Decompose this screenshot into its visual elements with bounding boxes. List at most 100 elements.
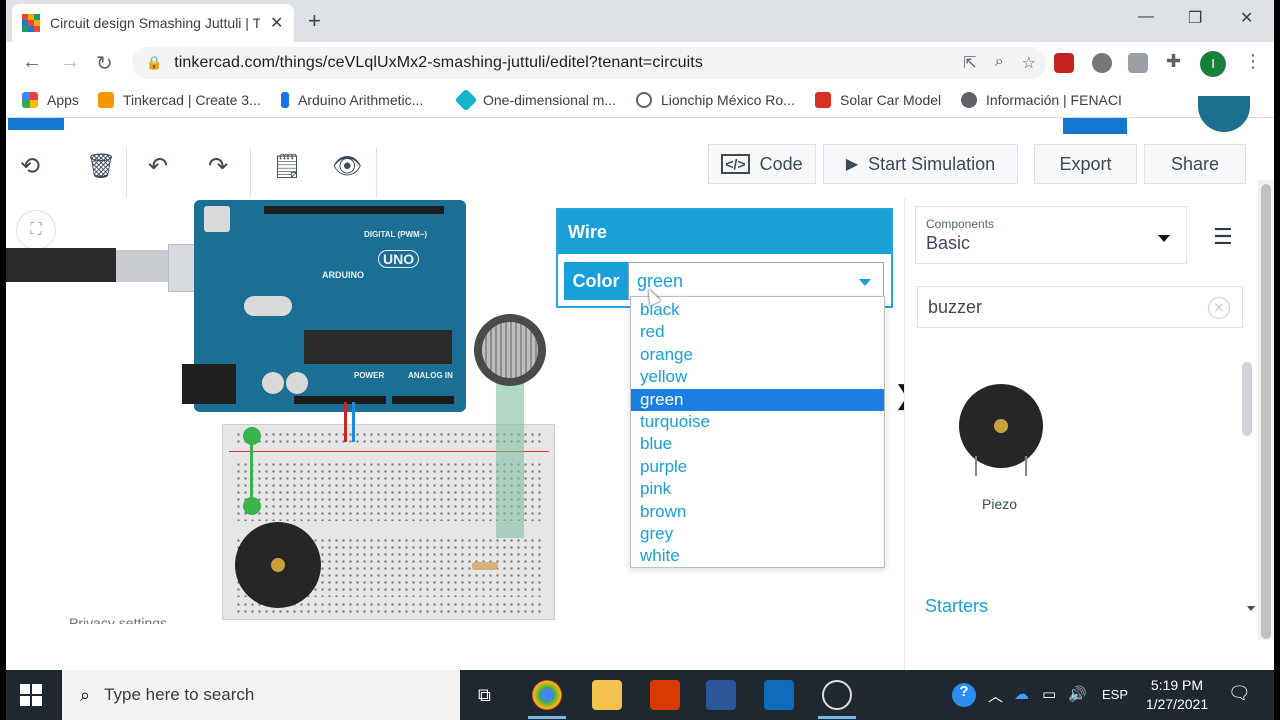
open-external-icon[interactable]: ⇱ (963, 53, 976, 73)
top-nav-tab[interactable] (1063, 118, 1127, 134)
chrome-taskbar-icon[interactable] (532, 680, 562, 710)
color-option-purple[interactable]: purple (631, 456, 884, 478)
color-row: Color green (564, 262, 884, 300)
chevron-up-icon[interactable]: ︿ (988, 685, 1003, 706)
color-option-turquoise[interactable]: turquoise (631, 411, 884, 433)
tinkercad-logo[interactable] (8, 118, 64, 130)
bookmark-apps[interactable]: Apps (22, 92, 79, 108)
start-simulation-button[interactable]: ▶ Start Simulation (823, 144, 1018, 184)
wire-inspector-title: Wire (558, 210, 891, 254)
color-option-blue[interactable]: blue (631, 433, 884, 455)
bookmark-solar-car[interactable]: Solar Car Model (815, 92, 941, 108)
active-app-indicator (818, 716, 856, 719)
taskbar-search[interactable]: ⌕ Type here to search (62, 670, 460, 720)
components-category-dropdown[interactable]: Components Basic (915, 206, 1187, 264)
new-tab-icon[interactable]: + (308, 8, 321, 34)
bookmark-star-icon[interactable]: ☆ (1022, 53, 1036, 73)
color-option-red[interactable]: red (631, 321, 884, 343)
chevron-down-icon[interactable] (1247, 606, 1255, 611)
battery-icon[interactable]: ▭ (1042, 685, 1056, 703)
list-view-icon[interactable]: ☰ (1213, 224, 1233, 250)
toolbar-divider (250, 148, 251, 198)
starters-section-header[interactable]: Starters (925, 596, 988, 617)
wire-endpoint[interactable] (243, 427, 261, 445)
pdf-extension-icon[interactable] (1054, 53, 1074, 73)
volume-icon[interactable]: 🔊 (1068, 685, 1087, 703)
fit-view-icon[interactable]: ⛶ (16, 210, 56, 250)
browser-tab[interactable]: Circuit design Smashing Juttuli | T ✕ (12, 4, 294, 42)
tab-close-icon[interactable]: ✕ (270, 13, 283, 33)
usb-cable[interactable] (6, 248, 116, 282)
circuit-toolbar: ⟲ 🗑 ↶ ↷ 🗒 👁 </> Code ▶ Start Simulation … (6, 134, 1256, 198)
help-icon[interactable]: ? (952, 683, 976, 707)
export-button[interactable]: Export (1034, 144, 1137, 184)
close-window-icon[interactable]: ✕ (1240, 8, 1253, 28)
language-indicator[interactable]: ESP (1102, 687, 1128, 702)
red-wire[interactable] (344, 402, 347, 442)
clear-search-icon[interactable]: ✕ (1208, 297, 1230, 319)
bookmark-one-dimensional[interactable]: One-dimensional m... (454, 88, 616, 112)
user-avatar[interactable] (1198, 96, 1250, 132)
notes-icon[interactable]: 🗒 (272, 152, 302, 181)
components-scrollbar[interactable] (1242, 362, 1252, 436)
extensions-icon[interactable]: ✚ (1166, 51, 1181, 72)
tinkercad-favicon-icon (22, 14, 40, 32)
address-bar[interactable]: 🔒 tinkercad.com/things/ceVLqlUxMx2-smash… (132, 47, 1046, 79)
search-icon: ⌕ (80, 684, 91, 705)
reset-button[interactable] (204, 206, 230, 232)
extension-puzzle-box-icon[interactable] (1128, 53, 1148, 73)
profile-avatar[interactable]: I (1200, 51, 1226, 77)
maximize-icon[interactable]: ❐ (1188, 8, 1202, 28)
component-search-input[interactable]: buzzer ✕ (917, 286, 1243, 328)
color-option-black[interactable]: black (631, 299, 884, 321)
reload-icon[interactable]: ↻ (96, 51, 113, 76)
piezo-buzzer-component[interactable] (235, 522, 321, 608)
color-option-orange[interactable]: orange (631, 344, 884, 366)
word-icon[interactable] (706, 680, 736, 710)
share-button[interactable]: Share (1144, 144, 1246, 184)
color-select[interactable]: green (628, 262, 884, 300)
code-button[interactable]: </> Code (708, 144, 816, 184)
blue-wire[interactable] (352, 402, 355, 442)
color-option-green[interactable]: green (631, 388, 884, 411)
visibility-icon[interactable]: 👁 (332, 152, 362, 181)
resistor[interactable] (472, 562, 498, 570)
force-sensor[interactable] (474, 314, 546, 386)
office-icon[interactable] (650, 680, 680, 710)
windows-start-icon[interactable] (20, 684, 42, 706)
extension-circle-icon[interactable] (1092, 53, 1112, 73)
capacitor (286, 372, 308, 394)
file-explorer-icon[interactable] (592, 680, 622, 710)
color-option-brown[interactable]: brown (631, 501, 884, 523)
zoom-icon[interactable]: ⌕ (995, 53, 1004, 73)
system-clock[interactable]: 5:19 PM 1/27/2021 (1140, 676, 1214, 714)
back-icon[interactable]: ← (22, 51, 42, 74)
color-option-yellow[interactable]: yellow (631, 366, 884, 388)
piezo-result-icon[interactable] (959, 384, 1043, 468)
privacy-settings-link[interactable]: Privacy settings (69, 614, 167, 624)
bookmark-tinkercad[interactable]: Tinkercad | Create 3... (98, 92, 261, 108)
onedrive-icon[interactable]: ☁ (1014, 685, 1029, 703)
color-option-pink[interactable]: pink (631, 478, 884, 500)
green-wire[interactable] (250, 436, 253, 506)
rotate-icon[interactable]: ⟲ (20, 152, 40, 181)
task-view-icon[interactable]: ⧉ (478, 685, 491, 706)
bookmark-fenaci[interactable]: Información | FENACI (961, 92, 1122, 108)
browser-menu-icon[interactable]: ⋮ (1244, 51, 1262, 72)
color-select-value: green (637, 270, 684, 291)
wire-endpoint[interactable] (243, 497, 261, 515)
bookmarks-bar: Apps Tinkercad | Create 3... Arduino Ari… (6, 84, 1274, 118)
forward-icon[interactable]: → (60, 51, 80, 74)
obs-icon[interactable] (822, 680, 852, 710)
color-option-grey[interactable]: grey (631, 523, 884, 545)
page-scrollbar-thumb[interactable] (1261, 184, 1271, 639)
minimize-icon[interactable]: — (1138, 8, 1154, 26)
notifications-icon[interactable]: 🗨 (1228, 683, 1251, 704)
bookmark-arduino[interactable]: Arduino Arithmetic... (281, 92, 423, 108)
undo-icon[interactable]: ↶ (148, 152, 168, 181)
delete-icon[interactable]: 🗑 (86, 152, 116, 181)
bookmark-lionchip[interactable]: Lionchip México Ro... (636, 92, 795, 108)
outlook-icon[interactable] (764, 680, 794, 710)
color-option-white[interactable]: white (631, 545, 884, 567)
redo-icon[interactable]: ↷ (208, 152, 228, 181)
